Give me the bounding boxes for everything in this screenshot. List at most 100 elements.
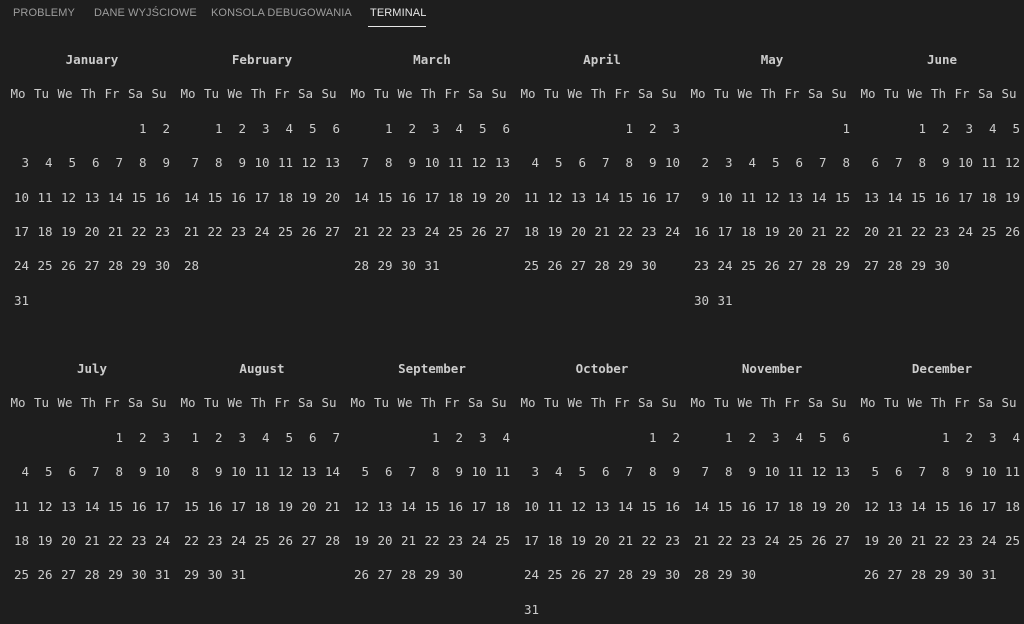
calendar-day: 12	[60, 189, 76, 205]
calendar-day: 26	[277, 533, 293, 548]
calendar-day: 29	[183, 567, 199, 583]
calendar-day: 14	[693, 498, 709, 514]
calendar-day: 3	[238, 429, 246, 445]
calendar-day: 17	[424, 189, 440, 205]
calendar-day: 21	[353, 224, 369, 239]
calendar-day: 13	[301, 464, 317, 480]
calendar-day: 22	[641, 533, 657, 548]
calendar-day: 23	[693, 258, 709, 274]
calendar-day: 23	[400, 224, 416, 239]
weekday-header: Th	[930, 395, 947, 411]
calendar-day: 10	[764, 464, 780, 480]
tab-output[interactable]: DANE WYJŚCIOWE	[94, 7, 197, 19]
weekday-header: Sa	[297, 86, 314, 102]
calendar-day: 8	[842, 155, 850, 171]
calendar-day: 31	[424, 258, 440, 274]
calendar-day: 26	[570, 567, 586, 583]
weekday-header: Th	[760, 395, 777, 411]
weekday-header: Sa	[127, 86, 144, 102]
calendar-day: 12	[547, 189, 563, 205]
calendar-day: 4	[261, 429, 270, 445]
calendar-day: 5	[361, 464, 369, 480]
calendar-day: 28	[617, 567, 633, 583]
calendar-day: 25	[1004, 533, 1020, 548]
calendar-day: 12	[37, 498, 53, 514]
calendar-day: 17	[664, 189, 680, 205]
weekday-header: Mo	[860, 395, 876, 411]
calendar-day: 19	[570, 533, 586, 548]
calendar-day: 4	[748, 155, 756, 171]
calendar-day: 25	[254, 533, 270, 548]
calendar-day: 17	[717, 224, 733, 239]
tab-problems[interactable]: PROBLEMY	[13, 7, 75, 19]
weekday-header: Tu	[33, 395, 50, 411]
weekday-header: Su	[831, 395, 847, 411]
calendar-day: 28	[107, 258, 123, 274]
weekday-header: Mo	[860, 86, 876, 102]
weekday-header: Fr	[274, 395, 290, 411]
calendar-day: 6	[308, 429, 317, 445]
terminal-output[interactable]: January Mo Tu We Th Fr Sa Su 1 2 3 4 5 6 7 8 9 10 11 12 13 14…	[0, 30, 1024, 624]
calendar-day: 11	[787, 464, 803, 480]
calendar-day: 6	[871, 155, 879, 171]
calendar-day: 29	[910, 258, 926, 274]
tab-terminal[interactable]: TERMINAL	[370, 7, 426, 19]
calendar-day: 20	[570, 224, 586, 239]
calendar-day: 4	[285, 120, 293, 136]
calendar-day: 16	[131, 498, 147, 514]
calendar-day: 18	[13, 533, 29, 548]
calendar-day: 18	[1004, 498, 1020, 514]
calendar-day: 26	[811, 533, 827, 548]
calendar-day: 2	[672, 429, 680, 445]
weekday-header: Su	[151, 86, 167, 102]
weekday-header: Mo	[180, 395, 196, 411]
calendar-day: 7	[894, 155, 903, 171]
calendar-day: 27	[594, 567, 610, 583]
calendar-day: 3	[162, 429, 170, 445]
calendar-day: 25	[494, 533, 510, 548]
calendar-day: 14	[183, 189, 199, 205]
calendar-day: 20	[60, 533, 76, 548]
tab-debug-console[interactable]: KONSOLA DEBUGOWANIA	[211, 7, 352, 19]
weekday-header: Fr	[614, 86, 630, 102]
calendar-day: 22	[183, 533, 199, 548]
calendar-day: 16	[400, 189, 416, 205]
calendar-day: 29	[424, 567, 440, 583]
calendar-day: 13	[377, 498, 393, 514]
calendar-day: 21	[400, 533, 416, 548]
weekday-header: Mo	[690, 86, 706, 102]
calendar-day: 22	[717, 533, 733, 548]
calendar-day: 15	[834, 189, 850, 205]
calendar-day: 26	[863, 567, 879, 583]
calendar-day: 20	[787, 224, 803, 239]
calendar-day: 31	[523, 601, 539, 617]
calendar-day: 10	[154, 464, 170, 480]
calendar-day: 10	[664, 155, 680, 171]
weekday-header: Tu	[713, 86, 730, 102]
calendar-day: 22	[910, 224, 926, 239]
calendar-day: 19	[353, 533, 369, 548]
calendar-day: 22	[107, 533, 123, 548]
calendar-day: 4	[988, 120, 997, 136]
calendar-day: 2	[238, 120, 246, 136]
calendar-day: 20	[301, 498, 317, 514]
weekday-header: We	[907, 395, 923, 411]
calendar-day: 29	[834, 258, 850, 274]
calendar-day: 8	[384, 155, 393, 171]
calendar-day: 30	[957, 567, 973, 583]
calendar-day: 28	[353, 258, 369, 274]
calendar-day: 25	[981, 224, 997, 239]
calendar-day: 26	[471, 224, 487, 239]
calendar-day: 19	[547, 224, 563, 239]
weekday-header: Mo	[10, 86, 26, 102]
calendar-day: 13	[787, 189, 803, 205]
calendar-day: 14	[887, 189, 903, 205]
calendar-day: 11	[740, 189, 756, 205]
calendar-day: 31	[981, 567, 997, 583]
month-title: January	[65, 52, 119, 67]
calendar-day: 19	[863, 533, 879, 548]
calendar-day: 14	[617, 498, 633, 514]
weekday-header: Tu	[33, 86, 50, 102]
calendar-day: 2	[965, 429, 973, 445]
calendar-day: 24	[523, 567, 539, 583]
